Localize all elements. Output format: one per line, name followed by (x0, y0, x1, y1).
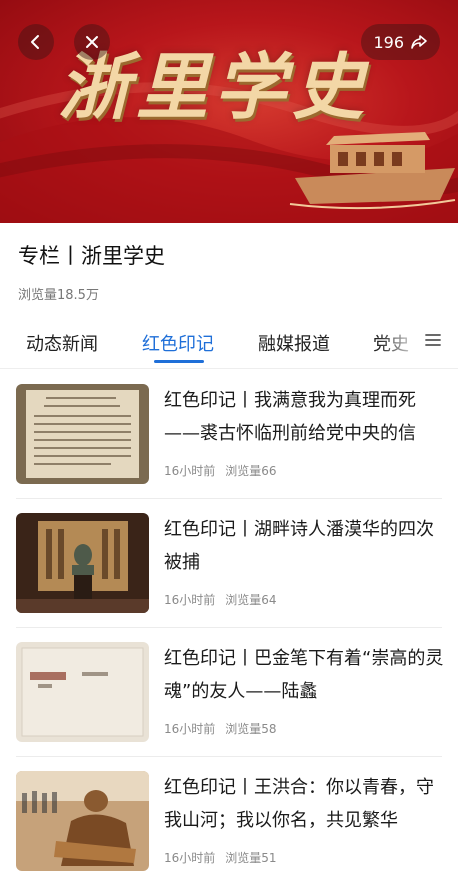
tab-dynamic-news[interactable]: 动态新闻 (26, 330, 98, 356)
close-button[interactable] (74, 24, 110, 60)
article-meta: 16小时前 浏览量51 (164, 849, 277, 866)
share-button[interactable]: 196 (361, 24, 440, 60)
article-thumbnail (16, 513, 149, 613)
chevron-left-icon (31, 35, 39, 49)
article-meta: 16小时前 浏览量64 (164, 591, 277, 608)
close-icon (86, 36, 98, 48)
back-button[interactable] (18, 24, 54, 60)
list-item[interactable]: 红色印记丨我满意我为真理而死——裘古怀临刑前给党中央的信 16小时前 浏览量66 (0, 370, 458, 498)
article-time: 16小时前 (164, 851, 216, 865)
article-title: 红色印记丨王洪合：你以青春，守我山河；我以你名，共见繁华 (164, 777, 434, 831)
column-banner: 浙里学史 196 (0, 0, 458, 223)
article-title: 红色印记丨湖畔诗人潘漠华的四次被捕 (164, 519, 434, 573)
article-views: 浏览量66 (225, 464, 277, 478)
menu-icon[interactable] (424, 332, 442, 348)
article-time: 16小时前 (164, 722, 216, 736)
article-thumbnail (16, 771, 149, 871)
share-count: 196 (373, 32, 404, 52)
article-title: 红色印记丨巴金笔下有着“崇高的灵魂”的友人——陆蠡 (164, 648, 444, 702)
article-title: 红色印记丨我满意我为真理而死——裘古怀临刑前给党中央的信 (164, 390, 416, 444)
article-time: 16小时前 (164, 464, 216, 478)
column-title: 专栏丨浙里学史 (18, 244, 165, 268)
list-item[interactable]: 红色印记丨王洪合：你以青春，守我山河；我以你名，共见繁华 16小时前 浏览量51 (0, 757, 458, 885)
article-thumbnail (16, 384, 149, 484)
category-tabs: 动态新闻 红色印记 融媒报道 党史 (0, 312, 458, 369)
share-icon (411, 35, 427, 49)
active-tab-indicator (154, 360, 204, 363)
article-thumbnail (16, 642, 149, 742)
article-meta: 16小时前 浏览量66 (164, 462, 277, 479)
list-item[interactable]: 红色印记丨湖畔诗人潘漠华的四次被捕 16小时前 浏览量64 (0, 499, 458, 627)
tabs-fade-overlay (378, 312, 458, 367)
article-views: 浏览量58 (225, 722, 277, 736)
article-meta: 16小时前 浏览量58 (164, 720, 277, 737)
tab-red-imprint[interactable]: 红色印记 (142, 330, 214, 356)
article-views: 浏览量51 (225, 851, 277, 865)
article-views: 浏览量64 (225, 593, 277, 607)
list-item[interactable]: 红色印记丨巴金笔下有着“崇高的灵魂”的友人——陆蠡 16小时前 浏览量58 (0, 628, 458, 756)
tab-media-reports[interactable]: 融媒报道 (258, 330, 330, 356)
article-time: 16小时前 (164, 593, 216, 607)
column-view-count: 浏览量18.5万 (18, 288, 99, 303)
